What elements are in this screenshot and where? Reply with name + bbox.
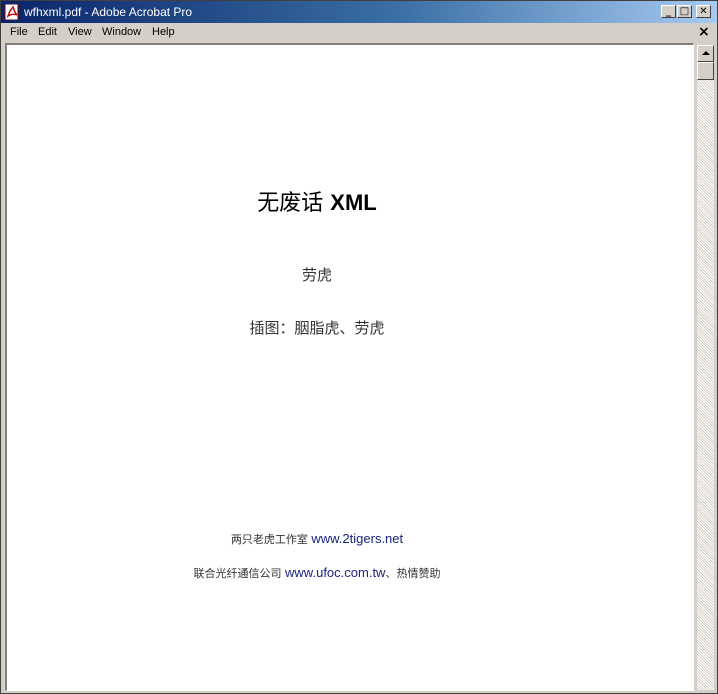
- menu-help[interactable]: Help: [152, 26, 175, 38]
- document-illustration-credit: 插图：胭脂虎、劳虎: [249, 319, 385, 337]
- menu-edit[interactable]: Edit: [38, 26, 57, 38]
- menu-bar: File Edit View Window Help ×: [1, 23, 717, 42]
- minimize-button[interactable]: _: [661, 5, 676, 18]
- arrow-up-icon: [702, 51, 710, 55]
- credit-2-prefix: 联合光纤通信公司: [193, 567, 282, 580]
- document-author: 劳虎: [301, 266, 332, 284]
- credit-2-url: www.ufoc.com.tw: [285, 565, 386, 580]
- acrobat-window: wfhxml.pdf - Adobe Acrobat Pro _ □ ✕ Fil…: [0, 0, 718, 694]
- scroll-thumb[interactable]: [697, 62, 714, 80]
- maximize-button[interactable]: □: [677, 5, 692, 18]
- credit-1-url: www.2tigers.net: [311, 531, 404, 546]
- scroll-up-button[interactable]: [697, 45, 714, 62]
- title-xml: XML: [330, 190, 377, 215]
- menu-window[interactable]: Window: [102, 26, 141, 38]
- menu-file[interactable]: File: [10, 26, 28, 38]
- credit-2-suffix: 、热情赞助: [385, 567, 441, 580]
- credit-1-prefix: 两只老虎工作室: [230, 533, 308, 546]
- window-title: wfhxml.pdf - Adobe Acrobat Pro: [24, 5, 193, 19]
- title-bar[interactable]: wfhxml.pdf - Adobe Acrobat Pro _ □ ✕: [1, 1, 717, 23]
- title-chinese: 无废话: [257, 191, 324, 216]
- close-button[interactable]: ✕: [696, 5, 711, 18]
- document-close-icon[interactable]: ×: [698, 24, 710, 40]
- pdf-page[interactable]: 无废话 XML 劳虎 插图：胭脂虎、劳虎 两只老虎工作室 www.2tigers…: [7, 45, 693, 690]
- vertical-scrollbar[interactable]: [697, 45, 714, 690]
- document-title: 无废话 XML: [7, 185, 627, 217]
- pdf-document-icon: [4, 4, 19, 20]
- credit-line-1: 两只老虎工作室 www.2tigers.net: [7, 531, 627, 547]
- menu-view[interactable]: View: [68, 26, 92, 38]
- credit-line-2: 联合光纤通信公司 www.ufoc.com.tw、热情赞助: [7, 565, 627, 581]
